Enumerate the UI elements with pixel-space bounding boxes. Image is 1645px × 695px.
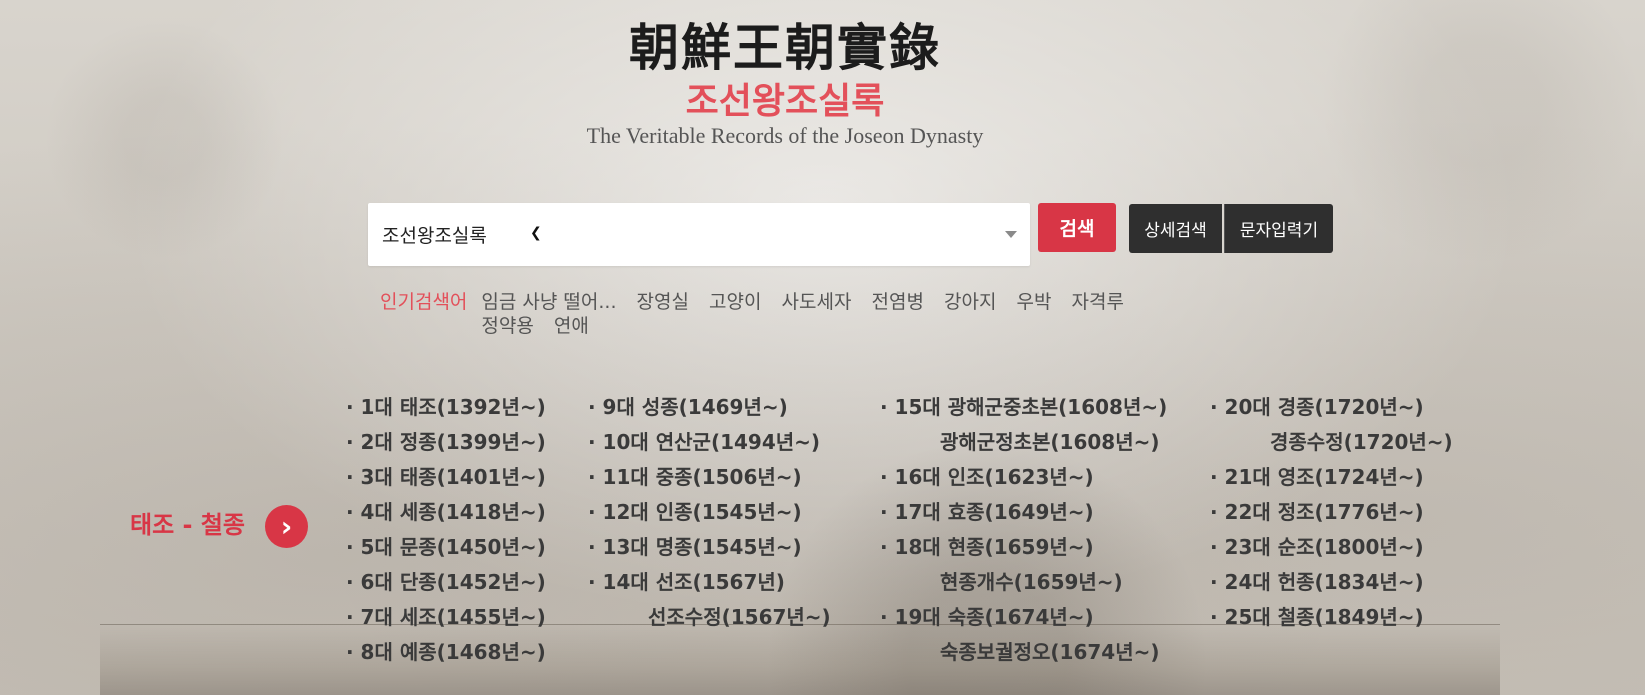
- popular-term[interactable]: 정약용: [481, 315, 533, 337]
- popular-label: 인기검색어: [380, 291, 468, 313]
- king-link[interactable]: · 22대 정조(1776년~): [1210, 499, 1453, 534]
- title-chinese: 朝鮮王朝實錄: [629, 18, 941, 77]
- popular-terms: 임금 사냥 떨어... 장영실 고양이 사도세자 전염병 강아지 우박 자격루 …: [481, 290, 1140, 338]
- king-link[interactable]: · 6대 단종(1452년~): [346, 569, 546, 604]
- king-link[interactable]: · 4대 세종(1418년~): [346, 499, 546, 534]
- king-sub-link[interactable]: 현종개수(1659년~): [880, 569, 1167, 604]
- king-list-column-4: · 20대 경종(1720년~) 경종수정(1720년~) · 21대 영조(1…: [1210, 394, 1453, 639]
- king-link[interactable]: · 13대 명종(1545년~): [588, 534, 831, 569]
- era-range-link[interactable]: 태조 - 철종: [130, 505, 245, 540]
- popular-term[interactable]: 임금 사냥 떨어...: [481, 291, 616, 313]
- king-link[interactable]: · 17대 효종(1649년~): [880, 499, 1167, 534]
- popular-term[interactable]: 전염병: [872, 291, 924, 313]
- popular-term[interactable]: 자격루: [1072, 291, 1124, 313]
- chevron-right-icon[interactable]: ›: [265, 505, 308, 548]
- king-link[interactable]: · 9대 성종(1469년~): [588, 394, 831, 429]
- king-link[interactable]: · 20대 경종(1720년~): [1210, 394, 1453, 429]
- king-link[interactable]: · 24대 헌종(1834년~): [1210, 569, 1453, 604]
- king-list-column-2: · 9대 성종(1469년~) · 10대 연산군(1494년~) · 11대 …: [588, 394, 831, 639]
- char-input-button[interactable]: 문자입력기: [1224, 204, 1333, 253]
- king-sub-link[interactable]: 선조수정(1567년~): [588, 604, 831, 639]
- king-link[interactable]: · 2대 정종(1399년~): [346, 429, 546, 464]
- king-sub-link[interactable]: 숙종보궐정오(1674년~): [880, 639, 1167, 674]
- search-button[interactable]: 검색: [1038, 203, 1116, 252]
- king-link[interactable]: · 15대 광해군중초본(1608년~): [880, 394, 1167, 429]
- popular-term[interactable]: 강아지: [944, 291, 996, 313]
- popular-term[interactable]: 연애: [554, 315, 589, 337]
- king-list-column-1: · 1대 태조(1392년~) · 2대 정종(1399년~) · 3대 태종(…: [346, 394, 546, 674]
- collection-select[interactable]: 조선왕조실록: [382, 221, 487, 248]
- king-link[interactable]: · 25대 철종(1849년~): [1210, 604, 1453, 639]
- king-link[interactable]: · 1대 태조(1392년~): [346, 394, 546, 429]
- king-link[interactable]: · 23대 순조(1800년~): [1210, 534, 1453, 569]
- king-link[interactable]: · 14대 선조(1567년): [588, 569, 831, 604]
- king-link[interactable]: · 19대 숙종(1674년~): [880, 604, 1167, 639]
- popular-term[interactable]: 고양이: [709, 291, 761, 313]
- title-english: The Veritable Records of the Joseon Dyna…: [586, 123, 984, 148]
- king-link[interactable]: · 18대 현종(1659년~): [880, 534, 1167, 569]
- king-link[interactable]: · 5대 문종(1450년~): [346, 534, 546, 569]
- king-list-column-3: · 15대 광해군중초본(1608년~) 광해군정초본(1608년~) · 16…: [880, 394, 1167, 674]
- popular-term[interactable]: 우박: [1017, 291, 1052, 313]
- king-link[interactable]: · 16대 인조(1623년~): [880, 464, 1167, 499]
- caret-down-icon[interactable]: [1005, 231, 1017, 238]
- king-sub-link[interactable]: 광해군정초본(1608년~): [880, 429, 1167, 464]
- king-link[interactable]: · 8대 예종(1468년~): [346, 639, 546, 674]
- king-link[interactable]: · 21대 영조(1724년~): [1210, 464, 1453, 499]
- title-korean: 조선왕조실록: [685, 80, 885, 121]
- popular-term[interactable]: 사도세자: [782, 291, 852, 313]
- popular-searches: 인기검색어 임금 사냥 떨어... 장영실 고양이 사도세자 전염병 강아지 우…: [380, 290, 1140, 338]
- king-sub-link[interactable]: 경종수정(1720년~): [1210, 429, 1453, 464]
- popular-term[interactable]: 장영실: [637, 291, 689, 313]
- chevron-down-icon[interactable]: ❮: [530, 225, 542, 241]
- search-input[interactable]: [568, 213, 968, 256]
- king-link[interactable]: · 7대 세조(1455년~): [346, 604, 546, 639]
- king-link[interactable]: · 3대 태종(1401년~): [346, 464, 546, 499]
- advanced-search-button[interactable]: 상세검색: [1129, 204, 1222, 253]
- search-box: 조선왕조실록 ❮: [368, 203, 1030, 266]
- king-link[interactable]: · 12대 인종(1545년~): [588, 499, 831, 534]
- king-link[interactable]: · 10대 연산군(1494년~): [588, 429, 831, 464]
- king-link[interactable]: · 11대 중종(1506년~): [588, 464, 831, 499]
